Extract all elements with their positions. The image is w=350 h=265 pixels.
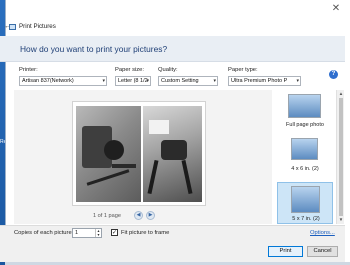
stepper-buttons[interactable]: ▲ ▼ (95, 229, 101, 237)
quality-select[interactable]: Custom Setting ▾ (158, 76, 218, 86)
help-icon[interactable]: ? (329, 70, 338, 79)
chevron-down-icon: ▾ (213, 78, 216, 84)
print-button[interactable]: Print (268, 246, 303, 257)
copies-value: 1 (75, 230, 79, 236)
paper-size-label: Paper size: (115, 67, 144, 73)
close-icon[interactable]: ✕ (327, 0, 345, 18)
fit-to-frame-label: Fit picture to frame (121, 230, 170, 236)
full-page-photo-thumbnail (288, 94, 321, 118)
next-page-button[interactable]: ▶ (146, 211, 155, 220)
paper-size-select[interactable]: Letter (8 1/2 ▾ (115, 76, 151, 86)
dialog-title: Print Pictures (19, 23, 56, 30)
layout-item-full-page[interactable]: Full page photo (277, 92, 333, 132)
layout-scrollbar[interactable]: ▲ ▼ (336, 90, 344, 224)
preview-photo-left (76, 106, 141, 202)
stepper-down-icon[interactable]: ▼ (96, 233, 101, 237)
previous-page-button[interactable]: ◀ (134, 211, 143, 220)
printer-label: Printer: (19, 67, 38, 73)
instruction-heading: How do you want to print your pictures? (20, 44, 168, 54)
printer-select[interactable]: Artisan 837(Network) ▾ (19, 76, 107, 86)
layout-label: Full page photo (286, 122, 324, 128)
layout-label: 5 x 7 in. (2) (292, 216, 320, 222)
quality-select-value: Custom Setting (161, 78, 199, 84)
options-link[interactable]: Options... (310, 229, 335, 237)
chevron-down-icon: ▾ (146, 78, 149, 84)
preview-photo-right (143, 106, 202, 202)
printer-select-value: Artisan 837(Network) (22, 78, 74, 84)
paper-type-label: Paper type: (228, 67, 258, 73)
copies-label: Copies of each picture: (14, 230, 74, 236)
4x6-layout-thumbnail (291, 138, 318, 160)
chevron-down-icon: ▾ (296, 78, 299, 84)
layout-item-4x6[interactable]: 4 x 6 in. (2) (277, 136, 333, 176)
layout-label: 4 x 6 in. (2) (291, 166, 319, 172)
title-bar: ✕ (6, 0, 350, 18)
scroll-down-icon[interactable]: ▼ (337, 216, 345, 223)
quality-label: Quality: (158, 67, 178, 73)
paper-size-select-value: Letter (8 1/2 (118, 78, 148, 84)
scroll-thumb[interactable] (339, 98, 343, 216)
5x7-layout-thumbnail (291, 186, 320, 213)
page-count-text: 1 of 1 page (93, 213, 121, 219)
paper-type-select[interactable]: Ultra Premium Photo P ▾ (228, 76, 301, 86)
cancel-button[interactable]: Cancel (307, 246, 338, 257)
chevron-down-icon: ▾ (102, 78, 105, 84)
fit-to-frame-checkbox[interactable]: ✓ (111, 229, 118, 236)
copies-stepper[interactable]: 1 ▲ ▼ (72, 228, 102, 238)
paper-type-select-value: Ultra Premium Photo P (231, 78, 288, 84)
printer-app-icon (9, 24, 16, 30)
layout-item-5x7[interactable]: 5 x 7 in. (2) (277, 182, 333, 224)
scroll-up-icon[interactable]: ▲ (337, 90, 345, 97)
